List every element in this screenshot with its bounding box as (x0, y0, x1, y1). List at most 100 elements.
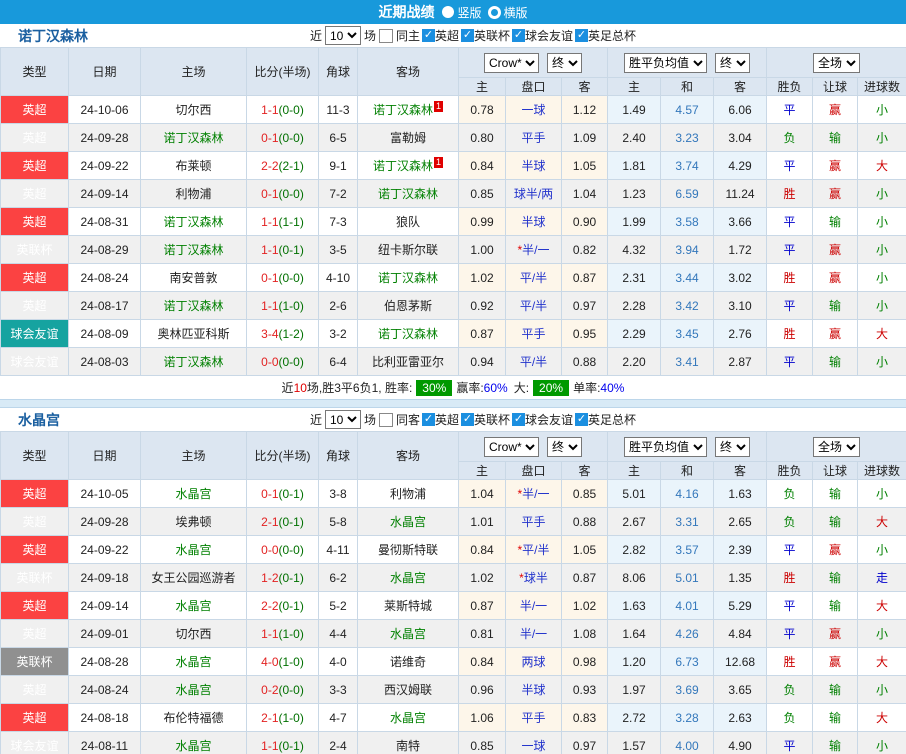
league-badge: 英超 (0, 675, 69, 704)
avg-away-cell: 3.66 (713, 207, 768, 236)
match-date: 24-08-31 (68, 207, 141, 236)
score-cell: 0-0(0-0) (246, 347, 319, 376)
fulltime-score: 1-1 (261, 626, 279, 641)
score-cell: 0-1(0-0) (246, 179, 319, 208)
subcol-handicap-result: 让球 (812, 77, 859, 96)
avg-draw-cell: 3.69 (660, 675, 715, 704)
summary-count: 10 (293, 380, 307, 395)
odds-final-select[interactable]: 终 (547, 52, 583, 73)
opponent-team-name: 富勒姆 (389, 131, 426, 145)
handicap-cell: 平/半 (505, 347, 562, 376)
home-team-cell: 切尔西 (140, 619, 247, 648)
avg-type-select[interactable]: 胜平负均值 (624, 436, 708, 457)
checkbox-checked-icon[interactable]: ✓ (461, 413, 474, 426)
radio-selected-icon[interactable] (442, 6, 455, 18)
layout-option-vertical[interactable]: 竖版 (457, 4, 481, 21)
league-badge: 英超 (0, 703, 69, 732)
result-goals-cell: 大 (857, 703, 906, 732)
result-handicap-cell: 赢 (812, 319, 859, 348)
match-date: 24-09-28 (68, 123, 141, 152)
odds-group-header: Crow* 终 (457, 47, 609, 78)
away-team-cell: 利物浦 (357, 479, 459, 508)
checkbox-checked-icon[interactable]: ✓ (421, 29, 435, 42)
layout-option-horizontal[interactable]: 横版 (504, 4, 528, 21)
checkbox-checked-icon[interactable]: ✓ (575, 413, 589, 426)
handicap-cell: 平手 (505, 703, 562, 732)
match-row: 球会友谊 24-08-03 诺丁汉森林 0-0(0-0) 6-4 比利亚雷亚尔 0.94 平/… (0, 347, 906, 376)
odds-away-cell: 0.82 (560, 235, 609, 264)
recent-count-select[interactable]: 10 (324, 26, 361, 45)
checkbox-checked-icon[interactable]: ✓ (512, 29, 526, 42)
result-wdl-cell: 平 (766, 347, 814, 376)
avg-away-cell: 2.87 (713, 347, 768, 376)
odds-source-select[interactable]: Crow* (484, 52, 540, 73)
scope-select[interactable]: 全场 (813, 436, 861, 457)
odds-source-select[interactable]: Crow* (484, 436, 540, 457)
league-badge: 英超 (0, 95, 69, 124)
result-goals-cell: 走 (857, 563, 906, 592)
subcol-handicap: 盘口 (505, 461, 562, 480)
avg-away-cell: 3.10 (713, 291, 768, 320)
halftime-score: (1-1) (278, 214, 304, 229)
radio-unselected-icon[interactable] (487, 5, 501, 19)
avg-home-cell: 2.28 (607, 291, 662, 320)
fulltime-score: 1-1 (261, 214, 279, 229)
same-venue-checkbox[interactable] (378, 412, 393, 427)
avg-final-select[interactable]: 终 (715, 436, 751, 457)
subcol-avg-home: 主 (607, 461, 662, 480)
score-cell: 1-1(1-1) (246, 207, 319, 236)
handicap-cell: *半/一 (505, 235, 562, 264)
focus-team-name: 诺丁汉森林 (372, 159, 433, 173)
home-team-cell: 布莱顿 (140, 151, 247, 180)
checkbox-checked-icon[interactable]: ✓ (512, 413, 526, 426)
away-team-cell: 水晶宫 (357, 507, 459, 536)
league-badge: 球会友谊 (0, 319, 69, 348)
score-cell: 1-1(1-0) (246, 291, 319, 320)
match-date: 24-08-24 (68, 263, 141, 292)
scope-select[interactable]: 全场 (813, 52, 861, 73)
odds-home-cell: 0.94 (458, 347, 506, 376)
halftime-score: (0-1) (278, 514, 304, 529)
fulltime-score: 0-0 (261, 542, 279, 557)
match-row: 英超 24-08-31 诺丁汉森林 1-1(1-1) 7-3 狼队 0.99 半球 0.90 1.… (0, 207, 906, 236)
opponent-team-name: 布伦特福德 (163, 711, 224, 725)
result-wdl-cell: 胜 (766, 319, 814, 348)
odds-rate-value: 60% (483, 380, 508, 395)
recent-count-select[interactable]: 10 (324, 410, 361, 429)
result-goals-cell: 大 (857, 647, 906, 676)
avg-home-cell: 1.63 (607, 591, 662, 620)
subcol-odds-home: 主 (458, 77, 506, 96)
avg-type-select[interactable]: 胜平负均值 (624, 52, 708, 73)
match-row: 英超 24-09-28 诺丁汉森林 0-1(0-0) 6-5 富勒姆 0.80 平手 1.09 2… (0, 123, 906, 152)
avg-away-cell: 2.76 (713, 319, 768, 348)
result-handicap-cell: 输 (812, 563, 859, 592)
avg-home-cell: 2.72 (607, 703, 662, 732)
result-goals-cell: 小 (857, 619, 906, 648)
same-venue-checkbox[interactable] (378, 28, 393, 43)
avg-home-cell: 4.32 (607, 235, 662, 264)
odds-home-cell: 0.81 (458, 619, 506, 648)
league-badge: 英超 (0, 123, 69, 152)
fulltime-score: 0-2 (261, 682, 279, 697)
halftime-score: (1-0) (278, 654, 304, 669)
match-date: 24-08-28 (68, 647, 141, 676)
corners-cell: 3-5 (318, 235, 358, 264)
league-badge: 英超 (0, 151, 69, 180)
corners-cell: 7-2 (318, 179, 358, 208)
fulltime-score: 1-2 (261, 570, 279, 585)
halftime-score: (1-0) (278, 710, 304, 725)
focus-team-name: 水晶宫 (175, 683, 212, 697)
corners-cell: 7-3 (318, 207, 358, 236)
checkbox-checked-icon[interactable]: ✓ (421, 413, 435, 426)
subcol-handicap-result: 让球 (812, 461, 859, 480)
checkbox-checked-icon[interactable]: ✓ (461, 29, 474, 42)
checkbox-checked-icon[interactable]: ✓ (575, 29, 589, 42)
away-team-cell: 水晶宫 (357, 703, 459, 732)
corners-cell: 6-4 (318, 347, 358, 376)
odds-final-select[interactable]: 终 (547, 436, 583, 457)
big-rate-badge: 20% (533, 379, 570, 396)
avg-away-cell: 12.68 (713, 647, 768, 676)
odds-home-cell: 0.85 (458, 179, 506, 208)
avg-home-cell: 5.01 (607, 479, 662, 508)
avg-final-select[interactable]: 终 (715, 52, 751, 73)
